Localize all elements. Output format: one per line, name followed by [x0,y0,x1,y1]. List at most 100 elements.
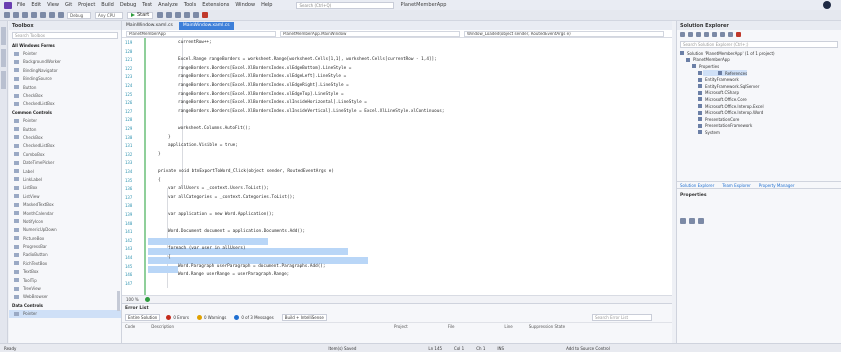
preview-icon[interactable] [728,32,733,37]
redo-icon[interactable] [58,12,64,18]
toolbox-item[interactable]: Button [9,125,121,133]
toolbox-item[interactable]: RadioButton [9,251,121,259]
toolbox-item[interactable]: NotifyIcon [9,217,121,225]
menu-file[interactable]: File [17,2,25,8]
data-sources-tab[interactable] [1,71,6,89]
pin-icon[interactable] [736,32,741,37]
solution-tree-item[interactable]: PresentationFramework [677,123,841,130]
messages-filter-button[interactable]: 0 of 3 Messages [234,314,274,320]
code-line[interactable]: Word.Paragraph userParagraph = document.… [178,264,325,269]
code-line[interactable]: rangeBorders.Borders[Excel.XlBordersInde… [178,66,351,71]
build-filter-select[interactable]: Build + IntelliSense [281,313,327,321]
column-line[interactable]: Line [504,324,512,329]
toolbox-item[interactable]: LinkLabel [9,175,121,183]
code-line[interactable]: rangeBorders.Borders[Excel.XlBordersInde… [178,92,344,97]
menu-debug[interactable]: Debug [120,2,136,8]
code-line[interactable]: } [168,135,171,140]
scope-select[interactable]: Entire Solution [125,313,161,321]
solution-tree-item[interactable]: Microsoft.CSharp [677,90,841,97]
properties-icon[interactable] [720,32,725,37]
no-issues-icon[interactable] [144,297,150,302]
new-file-icon[interactable] [22,12,28,18]
toolbox-item[interactable]: Pointer [9,309,121,318]
column-code[interactable]: Code [125,324,135,329]
solution-tree-item[interactable]: EntityFramework.SqlServer [677,83,841,90]
hot-reload-icon[interactable] [166,12,173,18]
warnings-filter-button[interactable]: 0 Warnings [196,314,226,320]
tab-solution-explorer[interactable]: Solution Explorer [680,183,714,188]
solution-explorer-search-input[interactable]: Search Solution Explorer (Ctrl+;) [680,41,838,48]
show-all-files-icon[interactable] [712,32,717,37]
comment-icon[interactable] [193,12,200,18]
toolbox-group[interactable]: All Windows Forms [9,41,121,49]
solution-tree-item[interactable]: References [703,69,748,77]
code-line[interactable]: Excel.Range rangeBorders = worksheet.Ran… [178,57,437,62]
toolbox-item[interactable]: ProgressBar [9,242,121,250]
toolbox-item[interactable]: ToolTip [9,276,121,284]
solution-tree-item[interactable]: System [677,129,841,136]
toolbox-item[interactable]: Button [9,83,121,91]
toolbox-item[interactable]: MaskedTextBox [9,200,121,208]
undo-icon[interactable] [49,12,55,18]
menu-extensions[interactable]: Extensions [202,2,229,8]
menu-project[interactable]: Project [78,2,95,8]
tab-team-explorer[interactable]: Team Explorer [722,183,751,188]
zoom-level[interactable]: 100 % [126,297,139,302]
menu-build[interactable]: Build [101,2,114,8]
solution-tree-item[interactable]: PresentationCore [677,116,841,123]
menu-help[interactable]: Help [261,2,272,8]
toolbox-item[interactable]: BindingSource [9,75,121,83]
step-icon[interactable] [175,12,182,18]
code-text[interactable]: currentRow++; Excel.Range rangeBorders = … [148,38,668,295]
solution-tree-item[interactable]: Solution 'PlanetMemberApp' (1 of 1 proje… [677,50,841,57]
code-line[interactable]: var allUsers = _context.Users.ToList(); [168,186,269,191]
solution-tree-item[interactable]: Microsoft.Office.Interop.Word [677,109,841,116]
solution-tree-item[interactable]: Microsoft.Office.Interop.Excel [677,103,841,110]
code-line[interactable]: Word.Document document = application.Doc… [168,229,305,234]
breakpoint-icon[interactable] [202,12,209,18]
back-icon[interactable] [4,12,10,18]
toolbox-item[interactable]: CheckedListBox [9,142,121,150]
solution-tree-item[interactable]: Properties [677,63,841,70]
toolbox-item[interactable]: TextBox [9,268,121,276]
code-line[interactable]: application.Visible = true; [168,143,238,148]
solution-tree-item[interactable]: EntityFramework [677,76,841,83]
code-line[interactable]: rangeBorders.Borders[Excel.XlBordersInde… [178,100,367,105]
toolbox-item[interactable]: TreeView [9,284,121,292]
collapse-all-icon[interactable] [704,32,709,37]
tab-property-manager[interactable]: Property Manager [759,183,795,188]
column-suppression-state[interactable]: Suppression State [529,324,565,329]
code-line[interactable]: currentRow++; [178,40,212,45]
code-line[interactable]: var application = new Word.Application()… [168,212,274,217]
code-line[interactable]: rangeBorders.Borders[Excel.XlBordersInde… [178,74,346,79]
status-ins[interactable]: INS [497,346,504,351]
source-control-button[interactable]: Add to Source Control [566,346,610,351]
toolbox-item[interactable]: WebBrowser [9,293,121,301]
code-line[interactable]: { [168,255,171,260]
forward-icon[interactable] [13,12,19,18]
code-line[interactable]: rangeBorders.Borders[Excel.XlBordersInde… [178,109,444,114]
configuration-select[interactable]: Debug [67,11,91,19]
menu-view[interactable]: View [47,2,59,8]
toolbox-item[interactable]: ListBox [9,184,121,192]
menu-tools[interactable]: Tools [184,2,196,8]
toolbox-item[interactable]: CheckBox [9,133,121,141]
menu-test[interactable]: Test [142,2,152,8]
code-line[interactable]: rangeBorders.Borders[Excel.XlBordersInde… [178,83,349,88]
home-icon[interactable] [680,32,685,37]
toolbox-item[interactable]: Label [9,167,121,175]
code-line[interactable]: private void btnExportToWord_Click(objec… [158,169,334,174]
tab-mainwindow-xaml-cs[interactable]: MainWindow.xaml.cs [122,22,177,30]
global-search-input[interactable]: Search (Ctrl+Q) [296,1,395,9]
column-description[interactable]: Description [151,324,174,329]
toolbox-item[interactable]: Pointer [9,117,121,125]
toolbox-item[interactable]: MonthCalendar [9,209,121,217]
alphabetical-icon[interactable] [689,217,695,224]
attach-icon[interactable] [157,12,164,18]
code-line[interactable]: { [158,178,161,183]
toolbox-scrollbar[interactable] [117,291,120,311]
member-nav-select[interactable]: Window_Loaded(object sender, RoutedEvent… [464,30,664,37]
toolbox-item[interactable]: CheckBox [9,91,121,99]
column-project[interactable]: Project [394,324,408,329]
tab-mainwindow-xaml-cs-active[interactable]: MainWindow.xaml.cs [178,22,234,30]
